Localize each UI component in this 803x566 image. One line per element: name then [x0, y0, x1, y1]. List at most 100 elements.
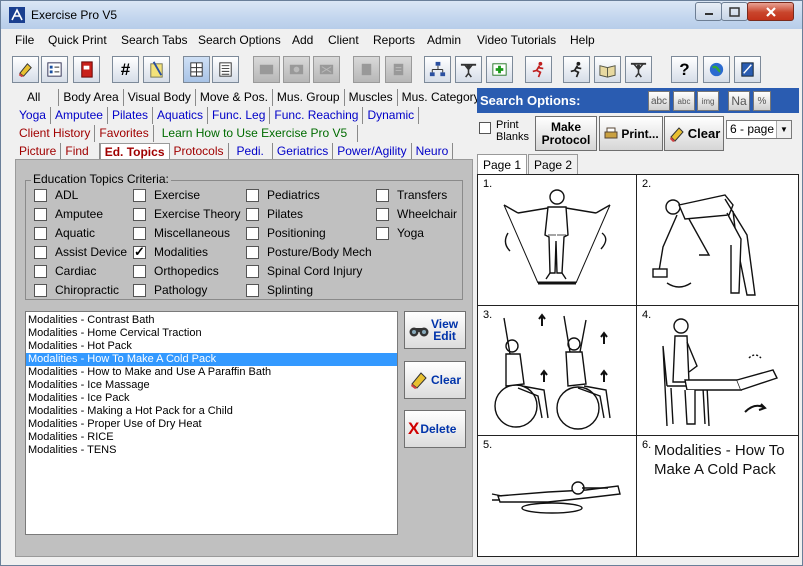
help-button[interactable]: ?: [671, 56, 698, 83]
runner-red-button[interactable]: [525, 56, 552, 83]
list-item[interactable]: Modalities - Proper Use of Dry Heat: [26, 418, 397, 431]
checkbox-pilates[interactable]: Pilates: [246, 207, 303, 221]
list-item[interactable]: Modalities - Contrast Bath: [26, 314, 397, 327]
tab-protocols[interactable]: Protocols: [170, 143, 229, 160]
sheet-cell-3[interactable]: 3.: [478, 306, 637, 436]
tab-mus-category[interactable]: Mus. Category: [398, 89, 485, 106]
checkbox-modalities[interactable]: Modalities: [133, 244, 208, 260]
tab-body-area[interactable]: Body Area: [59, 89, 124, 106]
runner-button[interactable]: [563, 56, 590, 83]
tab-func-reaching[interactable]: Func. Reaching: [270, 107, 364, 124]
number-button[interactable]: #: [112, 56, 139, 83]
checkbox-box[interactable]: [376, 226, 389, 240]
abc-image-option[interactable]: abc: [673, 91, 695, 111]
checkbox-exercise-theory[interactable]: Exercise Theory: [133, 207, 240, 221]
print-blanks-box[interactable]: [479, 122, 491, 134]
menu-quick-print[interactable]: Quick Print: [48, 33, 107, 47]
topic-list[interactable]: Modalities - Contrast Bath Modalities - …: [25, 311, 398, 535]
tab-client-history[interactable]: Client History: [15, 125, 96, 142]
red-book-button[interactable]: [73, 56, 100, 83]
close-button[interactable]: [747, 2, 794, 21]
globe-button[interactable]: [703, 56, 730, 83]
checkbox-box[interactable]: [133, 264, 146, 278]
list-item[interactable]: Modalities - Making a Hot Pack for a Chi…: [26, 405, 397, 418]
checkbox-box[interactable]: [246, 226, 259, 240]
checkbox-box[interactable]: [34, 245, 47, 259]
menu-search-tabs[interactable]: Search Tabs: [121, 33, 188, 47]
menu-search-options[interactable]: Search Options: [198, 33, 281, 47]
tab-move-pos[interactable]: Move & Pos.: [196, 89, 273, 106]
make-protocol-button[interactable]: Make Protocol: [535, 116, 597, 151]
minimize-button[interactable]: [695, 2, 722, 21]
checkbox-cardiac[interactable]: Cardiac: [34, 264, 96, 278]
checkbox-assist-device[interactable]: Assist Device: [34, 245, 127, 259]
disabled-tool-2[interactable]: [283, 56, 310, 83]
disabled-tool-1[interactable]: [253, 56, 280, 83]
checkbox-pathology[interactable]: Pathology: [133, 283, 207, 297]
sheet-cell-1[interactable]: 1.: [478, 175, 637, 306]
checkbox-pediatrics[interactable]: Pediatrics: [246, 188, 320, 202]
manual-button[interactable]: [734, 56, 761, 83]
list-item[interactable]: Modalities - How to Make and Use A Paraf…: [26, 366, 397, 379]
image-option[interactable]: img: [697, 91, 719, 111]
org-chart-button[interactable]: [424, 56, 451, 83]
tab-find[interactable]: Find: [61, 143, 100, 160]
first-aid-button[interactable]: [486, 56, 513, 83]
checkbox-box[interactable]: [34, 264, 47, 278]
checkbox-posture-body-mech[interactable]: Posture/Body Mech: [246, 245, 372, 259]
list-item[interactable]: Modalities - Ice Massage: [26, 379, 397, 392]
tab-all[interactable]: All: [15, 89, 60, 106]
tab-favorites[interactable]: Favorites: [95, 125, 154, 142]
eraser-tool-button[interactable]: [12, 56, 39, 83]
delete-button[interactable]: X Delete: [404, 410, 466, 448]
checkbox-splinting[interactable]: Splinting: [246, 283, 313, 297]
list-item[interactable]: Modalities - RICE: [26, 431, 397, 444]
checkbox-box[interactable]: [246, 207, 259, 221]
checkbox-box[interactable]: [246, 264, 259, 278]
chevron-down-icon[interactable]: ▼: [776, 121, 791, 138]
checkbox-box[interactable]: [376, 188, 389, 202]
tab-mus-group[interactable]: Mus. Group: [273, 89, 345, 106]
menu-client[interactable]: Client: [328, 33, 359, 47]
grid-view-button[interactable]: [183, 56, 210, 83]
checkbox-box[interactable]: [34, 226, 47, 240]
menu-help[interactable]: Help: [570, 33, 595, 47]
print-blanks-checkbox[interactable]: Print Blanks: [479, 119, 529, 143]
list-item[interactable]: Modalities - TENS: [26, 444, 397, 457]
checkbox-box-checked[interactable]: [133, 244, 146, 260]
checkbox-adl[interactable]: ADL: [34, 188, 78, 202]
tab-aquatics[interactable]: Aquatics: [153, 107, 209, 124]
menu-admin[interactable]: Admin: [427, 33, 461, 47]
checkbox-aquatic[interactable]: Aquatic: [34, 226, 95, 240]
checkbox-yoga[interactable]: Yoga: [376, 226, 424, 240]
weightlifter2-button[interactable]: [625, 56, 652, 83]
checkbox-box[interactable]: [34, 283, 47, 297]
list-item[interactable]: Modalities - Ice Pack: [26, 392, 397, 405]
notepad-button[interactable]: [143, 56, 170, 83]
tab-yoga[interactable]: Yoga: [15, 107, 51, 124]
list-tool-button[interactable]: [41, 56, 68, 83]
tab-visual-body[interactable]: Visual Body: [124, 89, 196, 106]
tab-geriatrics[interactable]: Geriatrics: [273, 143, 334, 160]
tab-amputee[interactable]: Amputee: [51, 107, 108, 124]
tab-picture[interactable]: Picture: [15, 143, 62, 160]
menu-add[interactable]: Add: [292, 33, 313, 47]
menu-file[interactable]: File: [15, 33, 34, 47]
disabled-tool-4[interactable]: [353, 56, 380, 83]
checkbox-amputee[interactable]: Amputee: [34, 207, 103, 221]
checkbox-box[interactable]: [246, 188, 259, 202]
sheet-cell-4[interactable]: 4.: [637, 306, 799, 436]
checkbox-positioning[interactable]: Positioning: [246, 226, 326, 240]
open-book-button[interactable]: [594, 56, 621, 83]
view-edit-button[interactable]: View Edit: [404, 311, 466, 349]
disabled-tool-5[interactable]: [385, 56, 412, 83]
checkbox-box[interactable]: [246, 245, 259, 259]
tab-page-1[interactable]: Page 1: [477, 154, 528, 174]
checkbox-box[interactable]: [34, 188, 47, 202]
menu-video-tutorials[interactable]: Video Tutorials: [477, 33, 556, 47]
print-button[interactable]: Print...: [599, 116, 663, 151]
checkbox-box[interactable]: [133, 226, 146, 240]
tab-neuro[interactable]: Neuro: [412, 143, 454, 160]
checkbox-exercise[interactable]: Exercise: [133, 188, 200, 202]
checkbox-box[interactable]: [133, 283, 146, 297]
